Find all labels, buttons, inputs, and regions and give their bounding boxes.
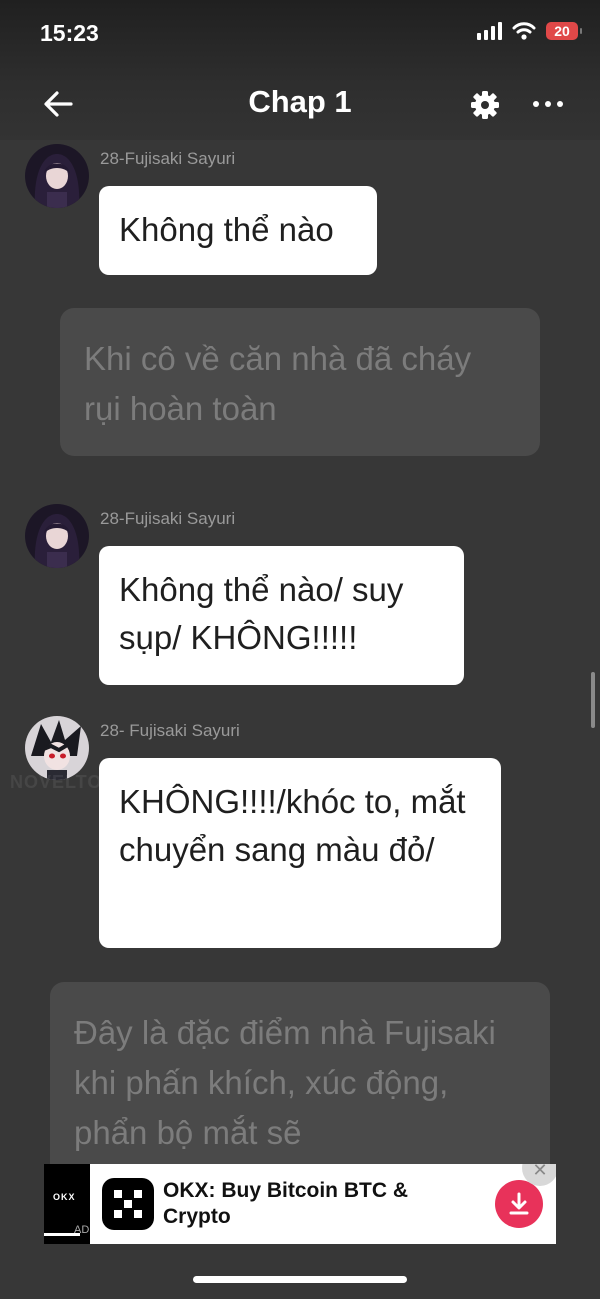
sender-name: 28- Fujisaki Sayuri	[100, 721, 240, 740]
ad-title[interactable]: OKX: Buy Bitcoin BTC & Crypto	[163, 1178, 433, 1230]
more-dots-icon[interactable]	[532, 96, 564, 112]
avatar[interactable]	[25, 716, 89, 780]
character-portrait	[25, 716, 89, 780]
avatar[interactable]	[25, 504, 89, 568]
download-icon	[509, 1192, 529, 1215]
message-bubble: KHÔNG!!!!/khóc to, mắt chuyển sang màu đ…	[99, 758, 501, 948]
avatar[interactable]	[25, 144, 89, 208]
message-bubble: Không thể nào	[99, 186, 377, 275]
ad-badge: AD	[74, 1224, 90, 1236]
home-indicator	[193, 1276, 407, 1283]
character-portrait	[25, 144, 89, 208]
narration-block: Khi cô về căn nhà đã cháy rụi hoàn toàn	[60, 308, 540, 456]
status-icons: 20	[477, 22, 582, 40]
ad-brand-logo: OKX	[53, 1192, 76, 1202]
message-bubble: Không thể nào/ suy sụp/ KHÔNG!!!!!	[99, 546, 464, 685]
gear-icon[interactable]	[470, 90, 500, 120]
sender-name: 28-Fujisaki Sayuri	[100, 149, 236, 168]
download-button[interactable]	[495, 1180, 543, 1228]
battery-indicator: 20	[546, 22, 582, 40]
page-title: Chap 1	[248, 84, 352, 119]
character-portrait	[25, 504, 89, 568]
top-bar: 15:23 20 Chap 1	[0, 0, 600, 140]
sender-name: 28-Fujisaki Sayuri	[100, 509, 236, 528]
ad-brand-panel: OKX AD	[44, 1164, 90, 1244]
ad-banner[interactable]: OKX AD OKX: Buy Bitcoin BTC & Crypto ✕	[44, 1164, 556, 1244]
scrollbar[interactable]	[591, 672, 595, 728]
status-time: 15:23	[40, 20, 99, 46]
okx-logo-icon	[102, 1178, 154, 1230]
narration-block: Đây là đặc điểm nhà Fujisaki khi phấn kh…	[50, 982, 550, 1182]
signal-icon	[477, 22, 502, 40]
wifi-icon	[512, 22, 536, 40]
